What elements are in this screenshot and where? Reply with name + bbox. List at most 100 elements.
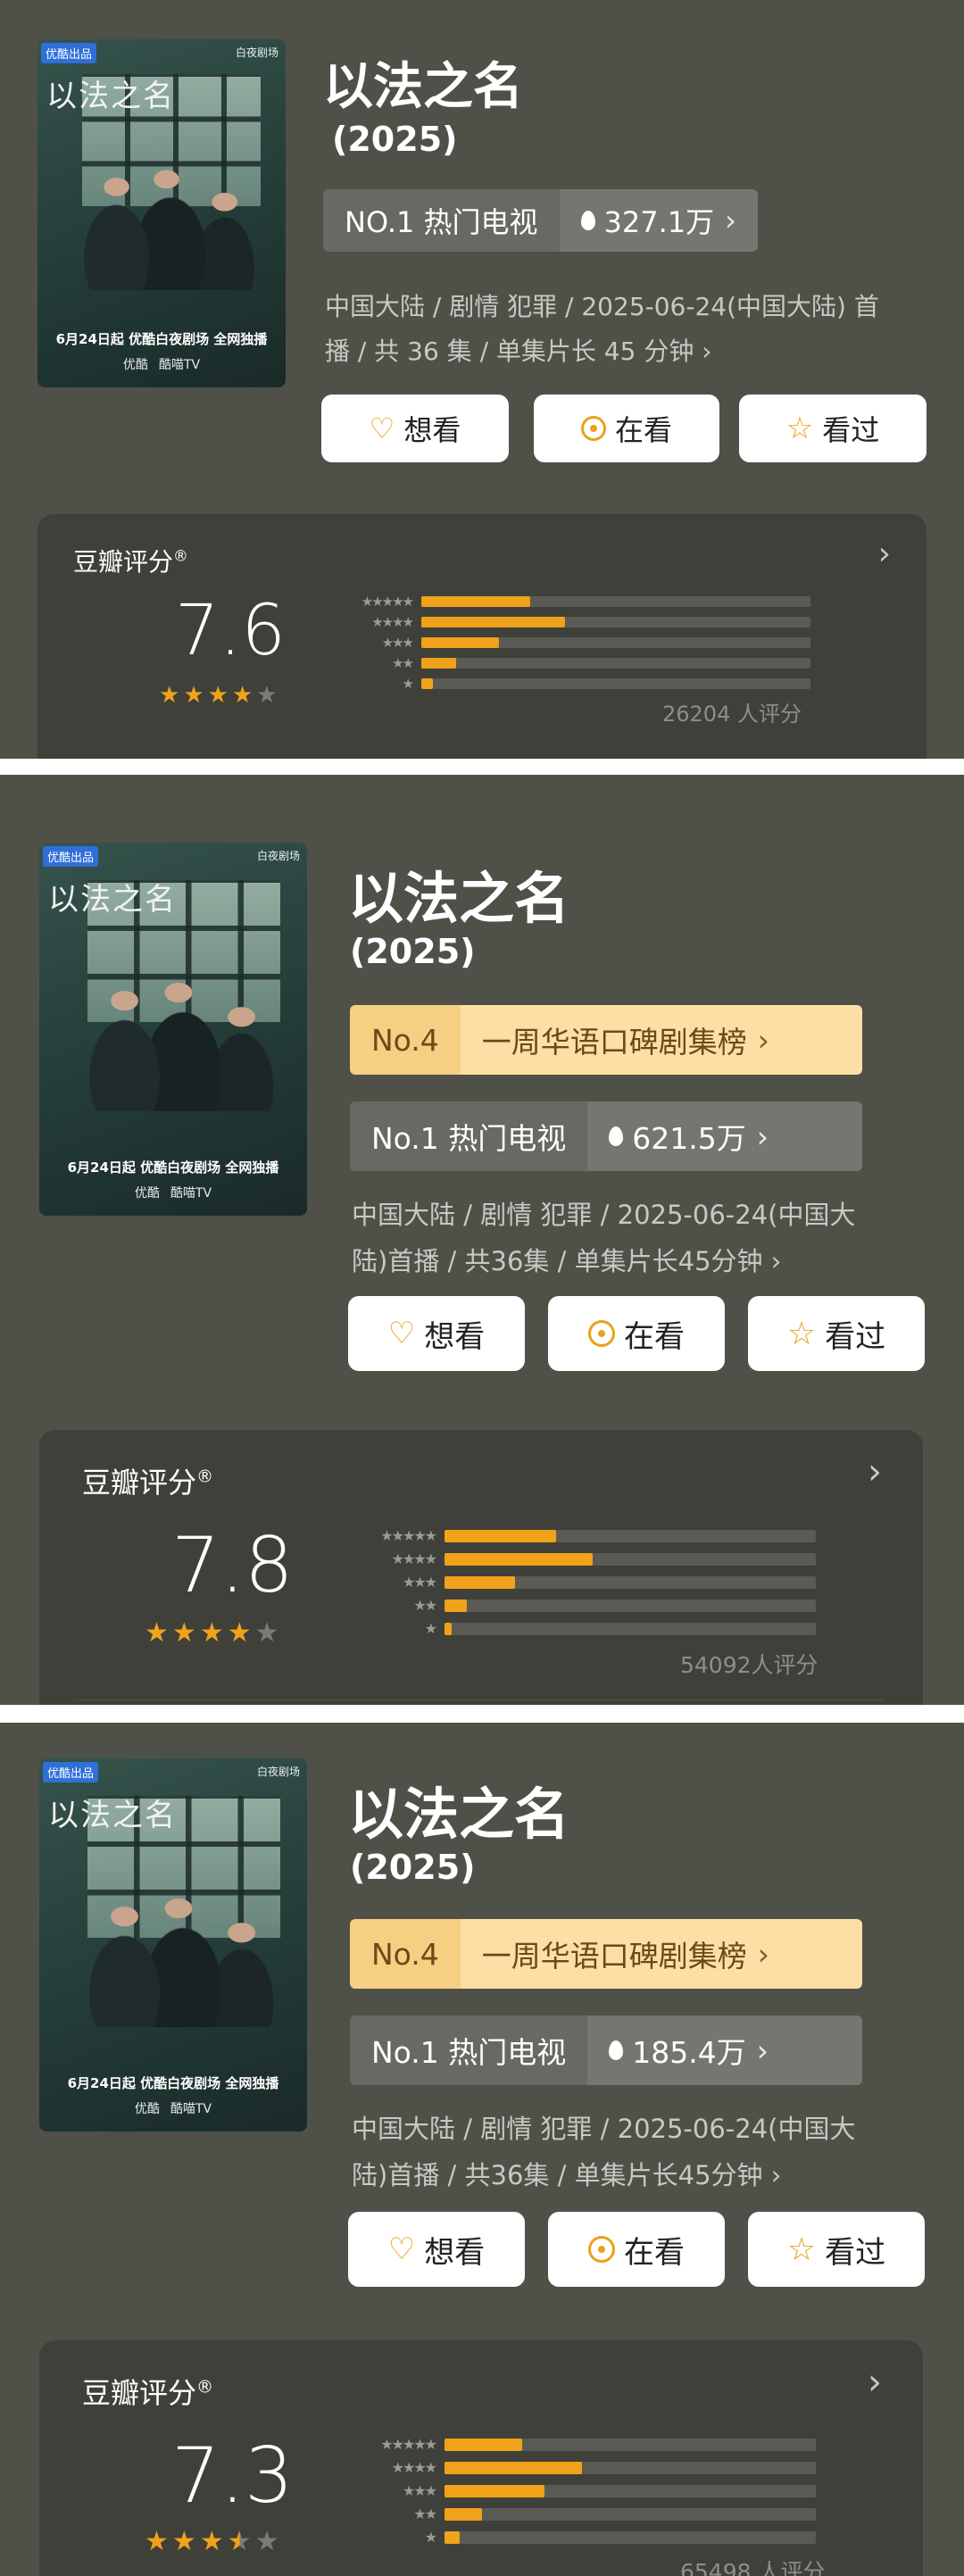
star-rating: ★ ★ ★ ★ ★ (145, 2526, 283, 2557)
poster-release: 6月24日起 优酷白夜剧场 全网独播 (55, 331, 268, 347)
chevron-right-icon: › (877, 536, 891, 572)
rating-score: 7.3 (171, 2431, 294, 2521)
star-icon: ☆ (785, 411, 814, 446)
rating-bar-row: ★ (425, 2530, 816, 2545)
watched-button[interactable]: ☆ 看过 (748, 1296, 925, 1371)
meta-line[interactable]: 陆)首播 / 共36集 / 单集片长45分钟 › (352, 1241, 781, 1278)
star-level-icon: ★★★ (402, 2482, 437, 2499)
star-icon: ★ (254, 2526, 279, 2557)
hot-rank-label: No.1 热门电视 (350, 1101, 588, 1171)
rating-bar-fill (445, 1623, 453, 1635)
rating-bar-fill (421, 637, 500, 648)
chevron-right-icon: › (757, 1936, 769, 1972)
star-icon: ★ (207, 682, 229, 709)
poster[interactable]: 优酷出品 白夜剧场 以法之名 6月24日起 优酷白夜剧场 全网独播 优酷 酷喵TV (39, 1758, 307, 2131)
star-icon: ★ (159, 682, 180, 709)
rating-bar-row: ★★★★★ (380, 2438, 816, 2452)
page-title: 以法之名 (348, 1782, 570, 1847)
hot-rank-pill[interactable]: NO.1 热门电视 327.1万 › (323, 189, 758, 252)
chevron-right-icon: › (725, 204, 736, 237)
rating-score: 7.8 (171, 1521, 294, 1610)
star-icon: ★ (231, 682, 253, 709)
rating-bar-fill (445, 1553, 594, 1566)
weekly-rank-label: 一周华语口碑剧集榜 (481, 1939, 747, 1974)
star-level-icon: ★★★★ (391, 2459, 437, 2476)
star-icon: ★ (256, 682, 278, 709)
watched-button[interactable]: ☆ 看过 (739, 395, 927, 462)
watching-button[interactable]: 在看 (534, 395, 719, 462)
rating-count: 26204 人评分 (662, 702, 802, 727)
rating-bar-row: ★★★★ (392, 2461, 816, 2475)
chevron-right-icon: › (756, 1118, 769, 1154)
poster-logo: 白夜剧场 (235, 46, 278, 59)
rating-bar-row: ★★★ (403, 2484, 816, 2498)
rating-card[interactable]: 豆瓣评分® › 7.3 ★ ★ ★ ★ ★ 65498 人评分 ★★★★★ ★★★★ ★★★… (39, 2340, 923, 2576)
rating-bar-fill (421, 596, 531, 607)
star-icon: ★ (199, 1617, 224, 1649)
poster-title: 以法之名 (48, 882, 177, 918)
poster-release: 6月24日起 优酷白夜剧场 全网独播 (67, 1159, 279, 1176)
rating-bar-fill (445, 1600, 467, 1612)
fire-icon (609, 2040, 624, 2060)
rating-label: 豆瓣评分® (82, 2376, 214, 2410)
meta-line: 中国大陆 / 剧情 犯罪 / 2025-06-24(中国大 (352, 2114, 856, 2144)
meta-line[interactable]: 陆)首播 / 共36集 / 单集片长45分钟 › (352, 2155, 781, 2192)
rating-bar-track (445, 2508, 816, 2521)
weekly-rank-no: No.4 (350, 1919, 461, 1989)
star-level-icon: ★ (424, 1620, 437, 1637)
chevron-right-icon: › (702, 337, 712, 366)
hot-rank-pill[interactable]: No.1 热门电视 621.5万 › (350, 1101, 862, 1171)
rating-bar-row: ★★ (413, 1599, 816, 1613)
chevron-right-icon: › (770, 2160, 782, 2190)
rating-bar-row: ★★ (392, 657, 810, 670)
want-button[interactable]: ♡ 想看 (348, 2212, 525, 2287)
rating-label: 豆瓣评分® (82, 1466, 214, 1500)
weekly-rank-pill[interactable]: No.4 一周华语口碑剧集榜 › (350, 1005, 862, 1075)
star-level-icon: ★★ (413, 1597, 437, 1614)
weekly-rank-no: No.4 (350, 1005, 461, 1075)
watched-button[interactable]: ☆ 看过 (748, 2212, 925, 2287)
poster-logo: 白夜剧场 (256, 1766, 300, 1778)
poster-badge: 优酷出品 (43, 1762, 99, 1782)
eye-circle-icon (580, 416, 606, 441)
rating-bar-fill (445, 2531, 460, 2544)
rating-bar-track (445, 1600, 816, 1612)
rating-bar-fill (445, 1576, 516, 1589)
weekly-rank-pill[interactable]: No.4 一周华语口碑剧集榜 › (350, 1919, 862, 1989)
chevron-right-icon: › (868, 1451, 882, 1492)
heat-value: 621.5万 (632, 1121, 746, 1156)
rating-bar-fill (421, 678, 434, 689)
star-icon: ★ (227, 1617, 252, 1649)
hot-rank-pill[interactable]: No.1 热门电视 185.4万 › (350, 2015, 862, 2085)
chevron-right-icon: › (770, 1246, 782, 1276)
poster[interactable]: 优酷出品 白夜剧场 以法之名 6月24日起 优酷白夜剧场 全网独播 优酷 酷喵TV (37, 39, 286, 387)
rating-score: 7.6 (175, 591, 287, 671)
year-label: (2025) (332, 120, 458, 159)
poster[interactable]: 优酷出品 白夜剧场 以法之名 6月24日起 优酷白夜剧场 全网独播 优酷 酷喵TV (39, 843, 307, 1216)
rating-card[interactable]: 豆瓣评分® › 7.6 ★ ★ ★ ★ ★ 26204 人评分 ★★★★★ ★★★★ ★★★… (37, 514, 927, 759)
rating-bar-fill (421, 617, 566, 627)
chevron-right-icon: › (868, 2362, 882, 2403)
fire-icon (609, 1126, 624, 1146)
rating-bar-track (445, 2439, 816, 2451)
heat-value: 185.4万 (632, 2035, 746, 2070)
screenshot-panel-3: 优酷出品 白夜剧场 以法之名 6月24日起 优酷白夜剧场 全网独播 优酷 酷喵TV… (0, 1723, 964, 2576)
meta-line[interactable]: 播 / 共 36 集 / 单集片长 45 分钟 › (325, 332, 711, 368)
poster-badge: 优酷出品 (41, 43, 97, 63)
rating-card[interactable]: 豆瓣评分® › 7.8 ★ ★ ★ ★ ★ 54092人评分 ★★★★★ ★★★★ ★★★ ★… (39, 1430, 923, 1705)
rating-bar-track (421, 678, 810, 689)
poster-logo: 白夜剧场 (256, 850, 300, 862)
watching-button[interactable]: 在看 (548, 2212, 725, 2287)
heat-value: 327.1万 (603, 205, 715, 239)
star-level-icon: ★★★ (402, 1574, 437, 1591)
star-level-icon: ★ (424, 2529, 437, 2546)
star-level-icon: ★★★ (381, 635, 414, 651)
rating-bar-track (421, 637, 810, 648)
rating-bar-track (445, 2531, 816, 2544)
star-icon: ★ (199, 2526, 224, 2557)
want-button[interactable]: ♡ 想看 (348, 1296, 525, 1371)
watching-button[interactable]: 在看 (548, 1296, 725, 1371)
rating-bar-track (445, 1530, 816, 1542)
want-button[interactable]: ♡ 想看 (321, 395, 509, 462)
poster-title: 以法之名 (48, 1798, 177, 1833)
